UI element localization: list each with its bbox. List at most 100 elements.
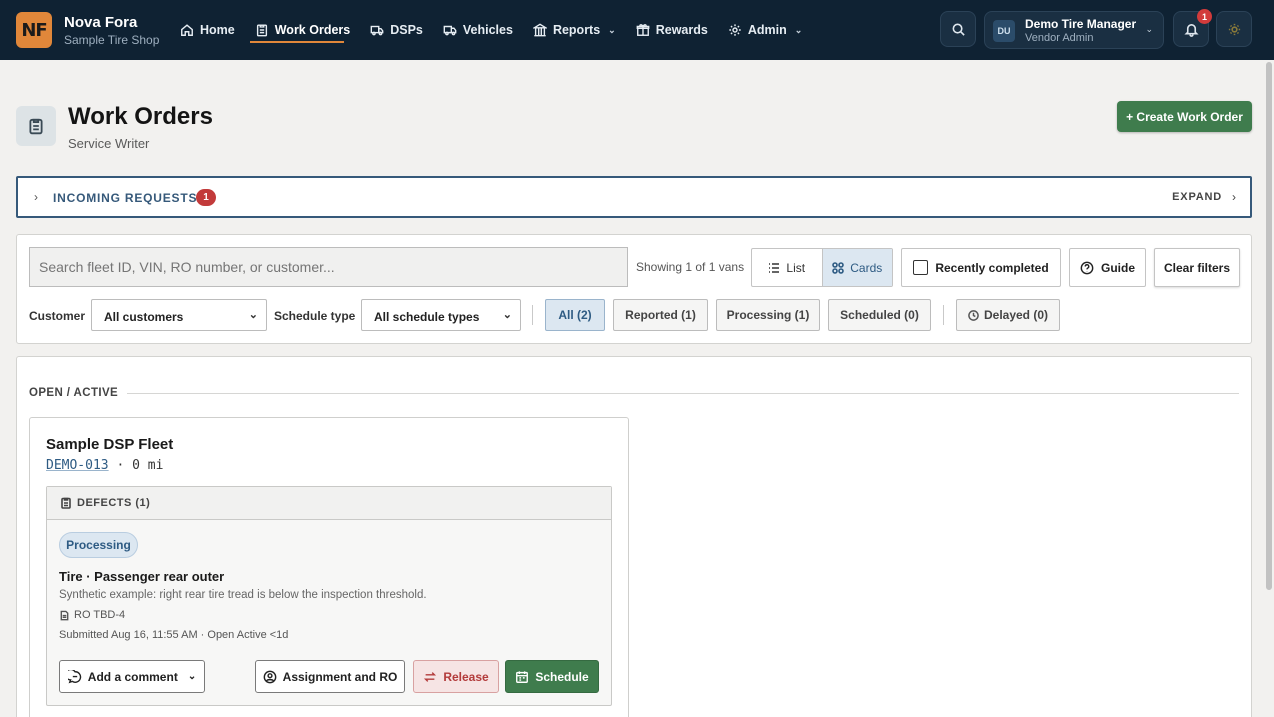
status-filter-processing[interactable]: Processing (1): [716, 299, 820, 331]
guide-button[interactable]: Guide: [1069, 248, 1146, 287]
van-id-link[interactable]: DEMO-013: [46, 458, 109, 473]
truck-icon: [370, 25, 384, 36]
status-filter-reported[interactable]: Reported (1): [613, 299, 708, 331]
nav-item-label: Home: [200, 23, 235, 37]
clipboard-icon: [29, 118, 43, 135]
add-comment-button[interactable]: Add a comment ⌄: [59, 660, 205, 693]
page-icon: [16, 106, 56, 146]
avatar: DU: [993, 20, 1015, 42]
schedule-button[interactable]: Schedule: [505, 660, 599, 693]
assignment-and-ro-button[interactable]: Assignment and RO: [255, 660, 405, 693]
user-name: Demo Tire Manager: [1025, 17, 1137, 31]
incoming-requests-bar[interactable]: › INCOMING REQUESTS 1 EXPAND ›: [16, 176, 1252, 218]
chevron-down-icon: ⌄: [248, 309, 258, 321]
nav-item-admin[interactable]: Admin ⌄: [718, 0, 812, 60]
customer-select[interactable]: All customers ⌄: [91, 299, 267, 331]
submitted-info: Submitted Aug 16, 11:55 AM · Open Active…: [59, 629, 289, 641]
nav-item-reports[interactable]: Reports ⌄: [523, 0, 626, 60]
gift-icon: [636, 24, 650, 36]
section-title: OPEN / ACTIVE: [29, 387, 119, 399]
sun-icon: [1228, 23, 1240, 35]
recently-completed-checkbox[interactable]: [913, 260, 929, 275]
search-button[interactable]: [940, 11, 976, 47]
schedule-type-select[interactable]: All schedule types ⌄: [361, 299, 521, 331]
top-nav: NF Nova Fora Sample Tire Shop Home Work …: [0, 0, 1274, 60]
schedule-label: Schedule: [535, 669, 589, 684]
defects-header[interactable]: DEFECTS (1): [47, 487, 611, 520]
clear-filters-label: Clear filters: [1163, 260, 1231, 275]
building-icon: [532, 23, 547, 37]
chevron-down-icon: ⌄: [187, 671, 197, 682]
nav-item-label: Reports: [552, 23, 601, 37]
recently-completed-toggle[interactable]: Recently completed: [901, 248, 1061, 287]
page-scrollbar[interactable]: [1266, 62, 1272, 590]
nav-item-label: Admin: [747, 23, 787, 37]
search-icon: [952, 23, 965, 36]
view-cards-label: Cards: [850, 260, 883, 275]
incoming-requests-label: INCOMING REQUESTS: [53, 191, 198, 205]
divider: [127, 393, 1239, 394]
status-filter-scheduled[interactable]: Scheduled (0): [828, 299, 931, 331]
status-filter-delayed[interactable]: Delayed (0): [956, 299, 1060, 331]
customer-filter-label: Customer: [29, 309, 86, 323]
clear-filters-button[interactable]: Clear filters: [1154, 248, 1240, 287]
defect-title: Tire · Passenger rear outer: [59, 569, 225, 584]
active-nav-underline: [250, 41, 344, 43]
result-count: Showing 1 of 1 vans: [636, 260, 745, 274]
work-order-card: Sample DSP Fleet DEMO-013 · 0 mi DEFECTS…: [29, 417, 629, 717]
brand-subtitle: Sample Tire Shop: [64, 33, 160, 47]
nav-items: Home Work Orders DSPs Vehicles Reports ⌄…: [170, 0, 812, 60]
list-icon: [769, 262, 780, 273]
work-order-list: OPEN / ACTIVE Sample DSP Fleet DEMO-013 …: [16, 356, 1252, 717]
fleet-name: Sample DSP Fleet: [46, 436, 174, 453]
user-menu[interactable]: DU Demo Tire Manager Vendor Admin ⌄: [984, 11, 1164, 49]
clipboard-icon: [61, 497, 71, 509]
nav-item-label: DSPs: [390, 23, 423, 37]
chevron-right-icon: ›: [34, 190, 38, 204]
assignment-and-ro-label: Assignment and RO: [282, 669, 398, 684]
nav-item-rewards[interactable]: Rewards: [626, 0, 718, 60]
release-button[interactable]: Release: [413, 660, 499, 693]
divider: [532, 305, 533, 325]
nav-item-vehicles[interactable]: Vehicles: [433, 0, 523, 60]
theme-toggle-button[interactable]: [1216, 11, 1252, 47]
chevron-right-icon: ›: [1232, 190, 1236, 204]
gear-icon: [729, 24, 741, 36]
view-toggle: List Cards: [751, 248, 893, 287]
user-role: Vendor Admin: [1025, 32, 1094, 44]
nav-item-dsps[interactable]: DSPs: [360, 0, 433, 60]
schedule-type-select-value: All schedule types: [374, 310, 480, 324]
view-cards-button[interactable]: Cards: [821, 249, 892, 286]
grid-icon: [832, 261, 845, 274]
bell-icon: [1183, 23, 1199, 37]
page-subtitle: Service Writer: [68, 136, 150, 151]
search-input[interactable]: [29, 247, 628, 287]
van-info: DEMO-013 · 0 mi: [46, 458, 163, 473]
chevron-down-icon: ⌄: [1145, 24, 1153, 34]
repair-order: RO TBD-4: [59, 609, 125, 621]
swap-icon: [424, 671, 437, 682]
create-work-order-button[interactable]: + Create Work Order: [1117, 101, 1252, 132]
clock-icon: [968, 309, 979, 321]
app-logo[interactable]: NF: [16, 12, 52, 48]
status-filter-delayed-label: Delayed (0): [983, 308, 1049, 322]
nav-item-home[interactable]: Home: [170, 0, 245, 60]
defects-section: DEFECTS (1) Processing Tire · Passenger …: [46, 486, 612, 706]
expand-button[interactable]: EXPAND: [1172, 191, 1222, 203]
status-filter-all[interactable]: All (2): [545, 299, 605, 331]
repair-order-number: RO TBD-4: [74, 609, 126, 621]
notification-badge: 1: [1197, 9, 1212, 24]
add-comment-label: Add a comment: [87, 669, 178, 684]
document-icon: [60, 610, 69, 620]
view-list-label: List: [786, 260, 806, 275]
chevron-down-icon: ⌄: [502, 309, 512, 321]
defect-description: Synthetic example: right rear tire tread…: [59, 589, 427, 601]
schedule-type-filter-label: Schedule type: [274, 309, 356, 323]
nav-item-work-orders[interactable]: Work Orders: [245, 0, 361, 60]
nav-item-label: Rewards: [655, 23, 708, 37]
nav-item-label: Work Orders: [274, 23, 351, 37]
message-icon: [67, 669, 81, 683]
filter-panel: Showing 1 of 1 vans List Cards Recently …: [16, 234, 1252, 344]
view-list-button[interactable]: List: [752, 249, 822, 286]
recently-completed-label: Recently completed: [935, 260, 1049, 275]
